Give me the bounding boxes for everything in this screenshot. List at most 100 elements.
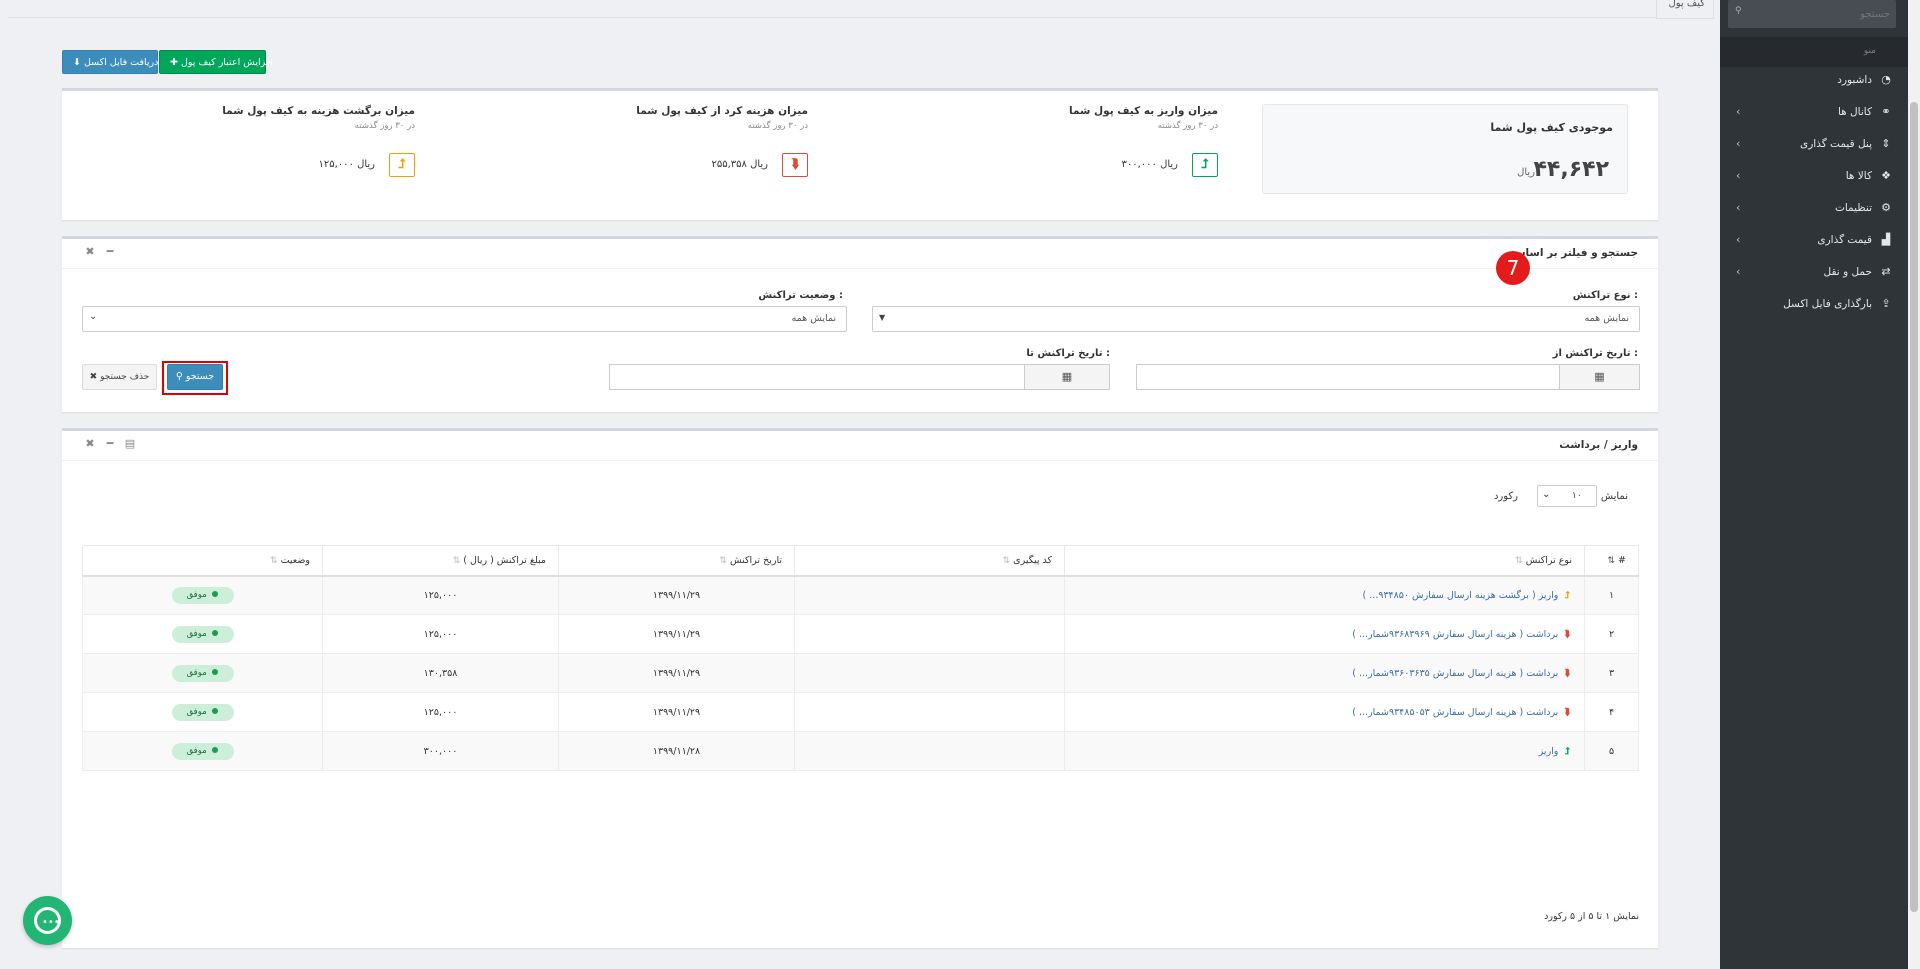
cell-code <box>794 692 1065 732</box>
tab-wallet[interactable]: کیف پول <box>1656 0 1714 19</box>
cell-status: موفق <box>82 692 323 732</box>
select-value: نمایش همه <box>791 313 836 324</box>
stat-deposit: میزان واریز به کیف پول شما در ۳۰ روز گذش… <box>838 105 1218 185</box>
collapse-icon[interactable]: ━ <box>103 245 117 259</box>
cell-date: ۱۳۹۹/۱۱/۲۹ <box>558 575 795 615</box>
chart-icon: ▟ <box>1881 233 1891 246</box>
column-header-code[interactable]: ⇅ کد پیگیری <box>794 545 1065 577</box>
date-to-input[interactable] <box>609 364 1025 390</box>
transaction-type-label: نوع تراکنش : <box>1572 290 1638 301</box>
status-badge: موفق <box>171 664 234 682</box>
table-icon[interactable]: ▤ <box>123 437 137 451</box>
sidebar-item-label: داشبورد <box>1837 74 1872 86</box>
cell-type: برداشت ( هزینه ارسال سفارش ۹۳۶۸۳۹۶۹شمار.… <box>1064 614 1585 654</box>
sidebar-item[interactable]: حمل و نقل ⇄ ‹ <box>1720 259 1908 289</box>
search-button-label: جستجو <box>185 371 215 382</box>
arrow-up-icon: ⮥ <box>1192 153 1218 177</box>
column-header-type[interactable]: ⇅ نوع تراکنش <box>1064 545 1585 577</box>
wallet-summary-panel: موجودی کیف پول شما ۴۴,۶۴۲ ریال میزان وار… <box>62 88 1658 220</box>
page-length-select[interactable]: ۱۰ ⌄ <box>1537 485 1597 507</box>
cell-date: ۱۳۹۹/۱۱/۲۹ <box>558 692 795 732</box>
table-header-row: ⇅ وضعیت ⇅ مبلغ تراکنش ( ریال ) ⇅ تاریخ ت… <box>82 545 1639 577</box>
cell-number: ۵ <box>1584 731 1639 771</box>
stat-subtitle: در ۳۰ روز گذشته <box>354 121 415 131</box>
add-credit-button[interactable]: ✚ افزایش اعتبار کیف پول <box>159 50 273 74</box>
stat-title: میزان واریز به کیف پول شما <box>1069 105 1218 117</box>
cell-type: برداشت ( هزینه ارسال سفارش ۹۳۴۸۵۰۵۳شمار.… <box>1064 692 1585 732</box>
sidebar-item[interactable]: کانال ها ⚭ ‹ <box>1720 99 1908 129</box>
close-icon[interactable]: ✖ <box>83 245 97 259</box>
column-header-amount[interactable]: ⇅ مبلغ تراکنش ( ریال ) <box>322 545 559 577</box>
select-value: نمایش همه <box>1584 313 1629 324</box>
cell-date: ۱۳۹۹/۱۱/۲۸ <box>558 731 795 771</box>
date-to-label: تاریخ تراکنش تا : <box>1026 348 1110 359</box>
scrollbar[interactable] <box>1908 0 1920 969</box>
calendar-icon[interactable]: ▦ <box>1024 364 1110 390</box>
exchange-icon: ⇄ <box>1881 265 1891 278</box>
transaction-type-link[interactable]: برداشت ( هزینه ارسال سفارش ۹۳۶۰۳۶۳۵شمار.… <box>1352 668 1558 679</box>
link-icon: ⚭ <box>1881 105 1891 118</box>
chevron-left-icon: ‹ <box>1736 137 1741 150</box>
wallet-balance-title: موجودی کیف پول شما <box>1490 121 1613 134</box>
sidebar-item[interactable]: کالا ها ❖ ‹ <box>1720 163 1908 193</box>
transaction-type-select[interactable]: نمایش همه ▼ <box>872 306 1640 332</box>
collapse-icon[interactable]: ━ <box>103 437 117 451</box>
filter-panel-header: جستجو و فیلتر بر اساس ✖ ━ <box>62 239 1658 269</box>
search-button[interactable]: ⚲ جستجو <box>167 364 223 390</box>
arrow-down-icon: ⮯ <box>1564 667 1570 679</box>
chevron-left-icon: ‹ <box>1736 201 1741 214</box>
transaction-type-link[interactable]: واریز <box>1539 746 1559 757</box>
cell-amount: ۱۲۵,۰۰۰ <box>322 575 559 615</box>
clear-search-button[interactable]: ✖ حذف جستجو <box>82 364 157 390</box>
sidebar-item-label: کانال ها <box>1837 106 1872 118</box>
calendar-icon[interactable]: ▦ <box>1559 364 1640 390</box>
sidebar-item[interactable]: قیمت گذاری ▟ ‹ <box>1720 227 1908 257</box>
tab-label: کیف پول <box>1668 0 1705 9</box>
sidebar-item[interactable]: داشبورد ◔ <box>1720 67 1908 97</box>
date-from-label: تاریخ تراکنش از : <box>1552 348 1638 359</box>
transaction-type-link[interactable]: برداشت ( هزینه ارسال سفارش ۹۳۴۸۵۰۵۳شمار.… <box>1352 707 1558 718</box>
stat-title: میزان هزینه کرد از کیف پول شما <box>636 105 808 117</box>
column-header-date[interactable]: ⇅ تاریخ تراکنش <box>558 545 795 577</box>
sidebar-item-label: کالا ها <box>1845 170 1872 182</box>
arrow-down-icon: ⮯ <box>1564 706 1570 718</box>
sidebar-search-input[interactable] <box>1750 4 1890 24</box>
wallet-balance-amount: ۴۴,۶۴۲ <box>1533 157 1610 182</box>
cell-status: موفق <box>82 614 323 654</box>
transaction-type-link[interactable]: برداشت ( هزینه ارسال سفارش ۹۳۶۸۳۹۶۹شمار.… <box>1352 629 1558 640</box>
table-row: موفق ۱۲۵,۰۰۰ ۱۳۹۹/۱۱/۲۹ برداشت ( هزینه ارس… <box>82 614 1639 654</box>
stat-refund: میزان برگشت هزینه به کیف پول شما در ۳۰ ر… <box>35 105 415 185</box>
cell-date: ۱۳۹۹/۱۱/۲۹ <box>558 614 795 654</box>
wallet-balance-unit: ریال <box>1517 167 1535 178</box>
cell-type: واریز ( برگشت هزینه ارسال سفارش ۹۳۴۸۵۰..… <box>1064 575 1585 615</box>
transactions-table: ⇅ وضعیت ⇅ مبلغ تراکنش ( ریال ) ⇅ تاریخ ت… <box>82 545 1639 771</box>
cell-code <box>794 614 1065 654</box>
cell-number: ۲ <box>1584 614 1639 654</box>
transaction-type-link[interactable]: واریز ( برگشت هزینه ارسال سفارش ۹۳۴۸۵۰..… <box>1363 590 1559 601</box>
sidebar-item[interactable]: بارگذاری فایل اکسل ⇪ <box>1720 291 1908 321</box>
cell-code <box>794 575 1065 615</box>
cell-type: برداشت ( هزینه ارسال سفارش ۹۳۶۰۳۶۳۵شمار.… <box>1064 653 1585 693</box>
column-header-status[interactable]: ⇅ وضعیت <box>82 545 323 577</box>
sidebar-item[interactable]: پنل قیمت گذاری ⇕ ‹ <box>1720 131 1908 161</box>
sidebar-section-header: منو <box>1720 37 1908 67</box>
caret-down-icon: ▼ <box>879 313 886 322</box>
cell-number: ۴ <box>1584 692 1639 732</box>
cell-status: موفق <box>82 653 323 693</box>
sidebar-item[interactable]: تنظیمات ⚙ ‹ <box>1720 195 1908 225</box>
date-from-input[interactable] <box>1136 364 1560 390</box>
column-header-number[interactable]: ⇅ # <box>1584 545 1639 577</box>
chat-widget-button[interactable]: ••• <box>23 896 72 945</box>
table-row: موفق ۱۳۰,۳۵۸ ۱۳۹۹/۱۱/۲۹ برداشت ( هزینه ارس… <box>82 653 1639 693</box>
arrow-up-icon: ⮥ <box>1564 745 1570 757</box>
close-icon[interactable]: ✖ <box>83 437 97 451</box>
scrollbar-thumb[interactable] <box>1910 102 1918 912</box>
filter-panel-title: جستجو و فیلتر بر اساس <box>1511 247 1638 259</box>
select-value: ۱۰ <box>1571 490 1582 501</box>
sidebar-item-label: بارگذاری فایل اکسل <box>1783 298 1872 310</box>
excel-download-button[interactable]: ⬇ دریافت فایل اکسل <box>62 50 158 74</box>
cell-number: ۳ <box>1584 653 1639 693</box>
upload-icon: ⇪ <box>1881 297 1891 310</box>
records-label: رکورد <box>1493 491 1518 502</box>
transaction-status-select[interactable]: نمایش همه ⌄ <box>82 306 847 332</box>
